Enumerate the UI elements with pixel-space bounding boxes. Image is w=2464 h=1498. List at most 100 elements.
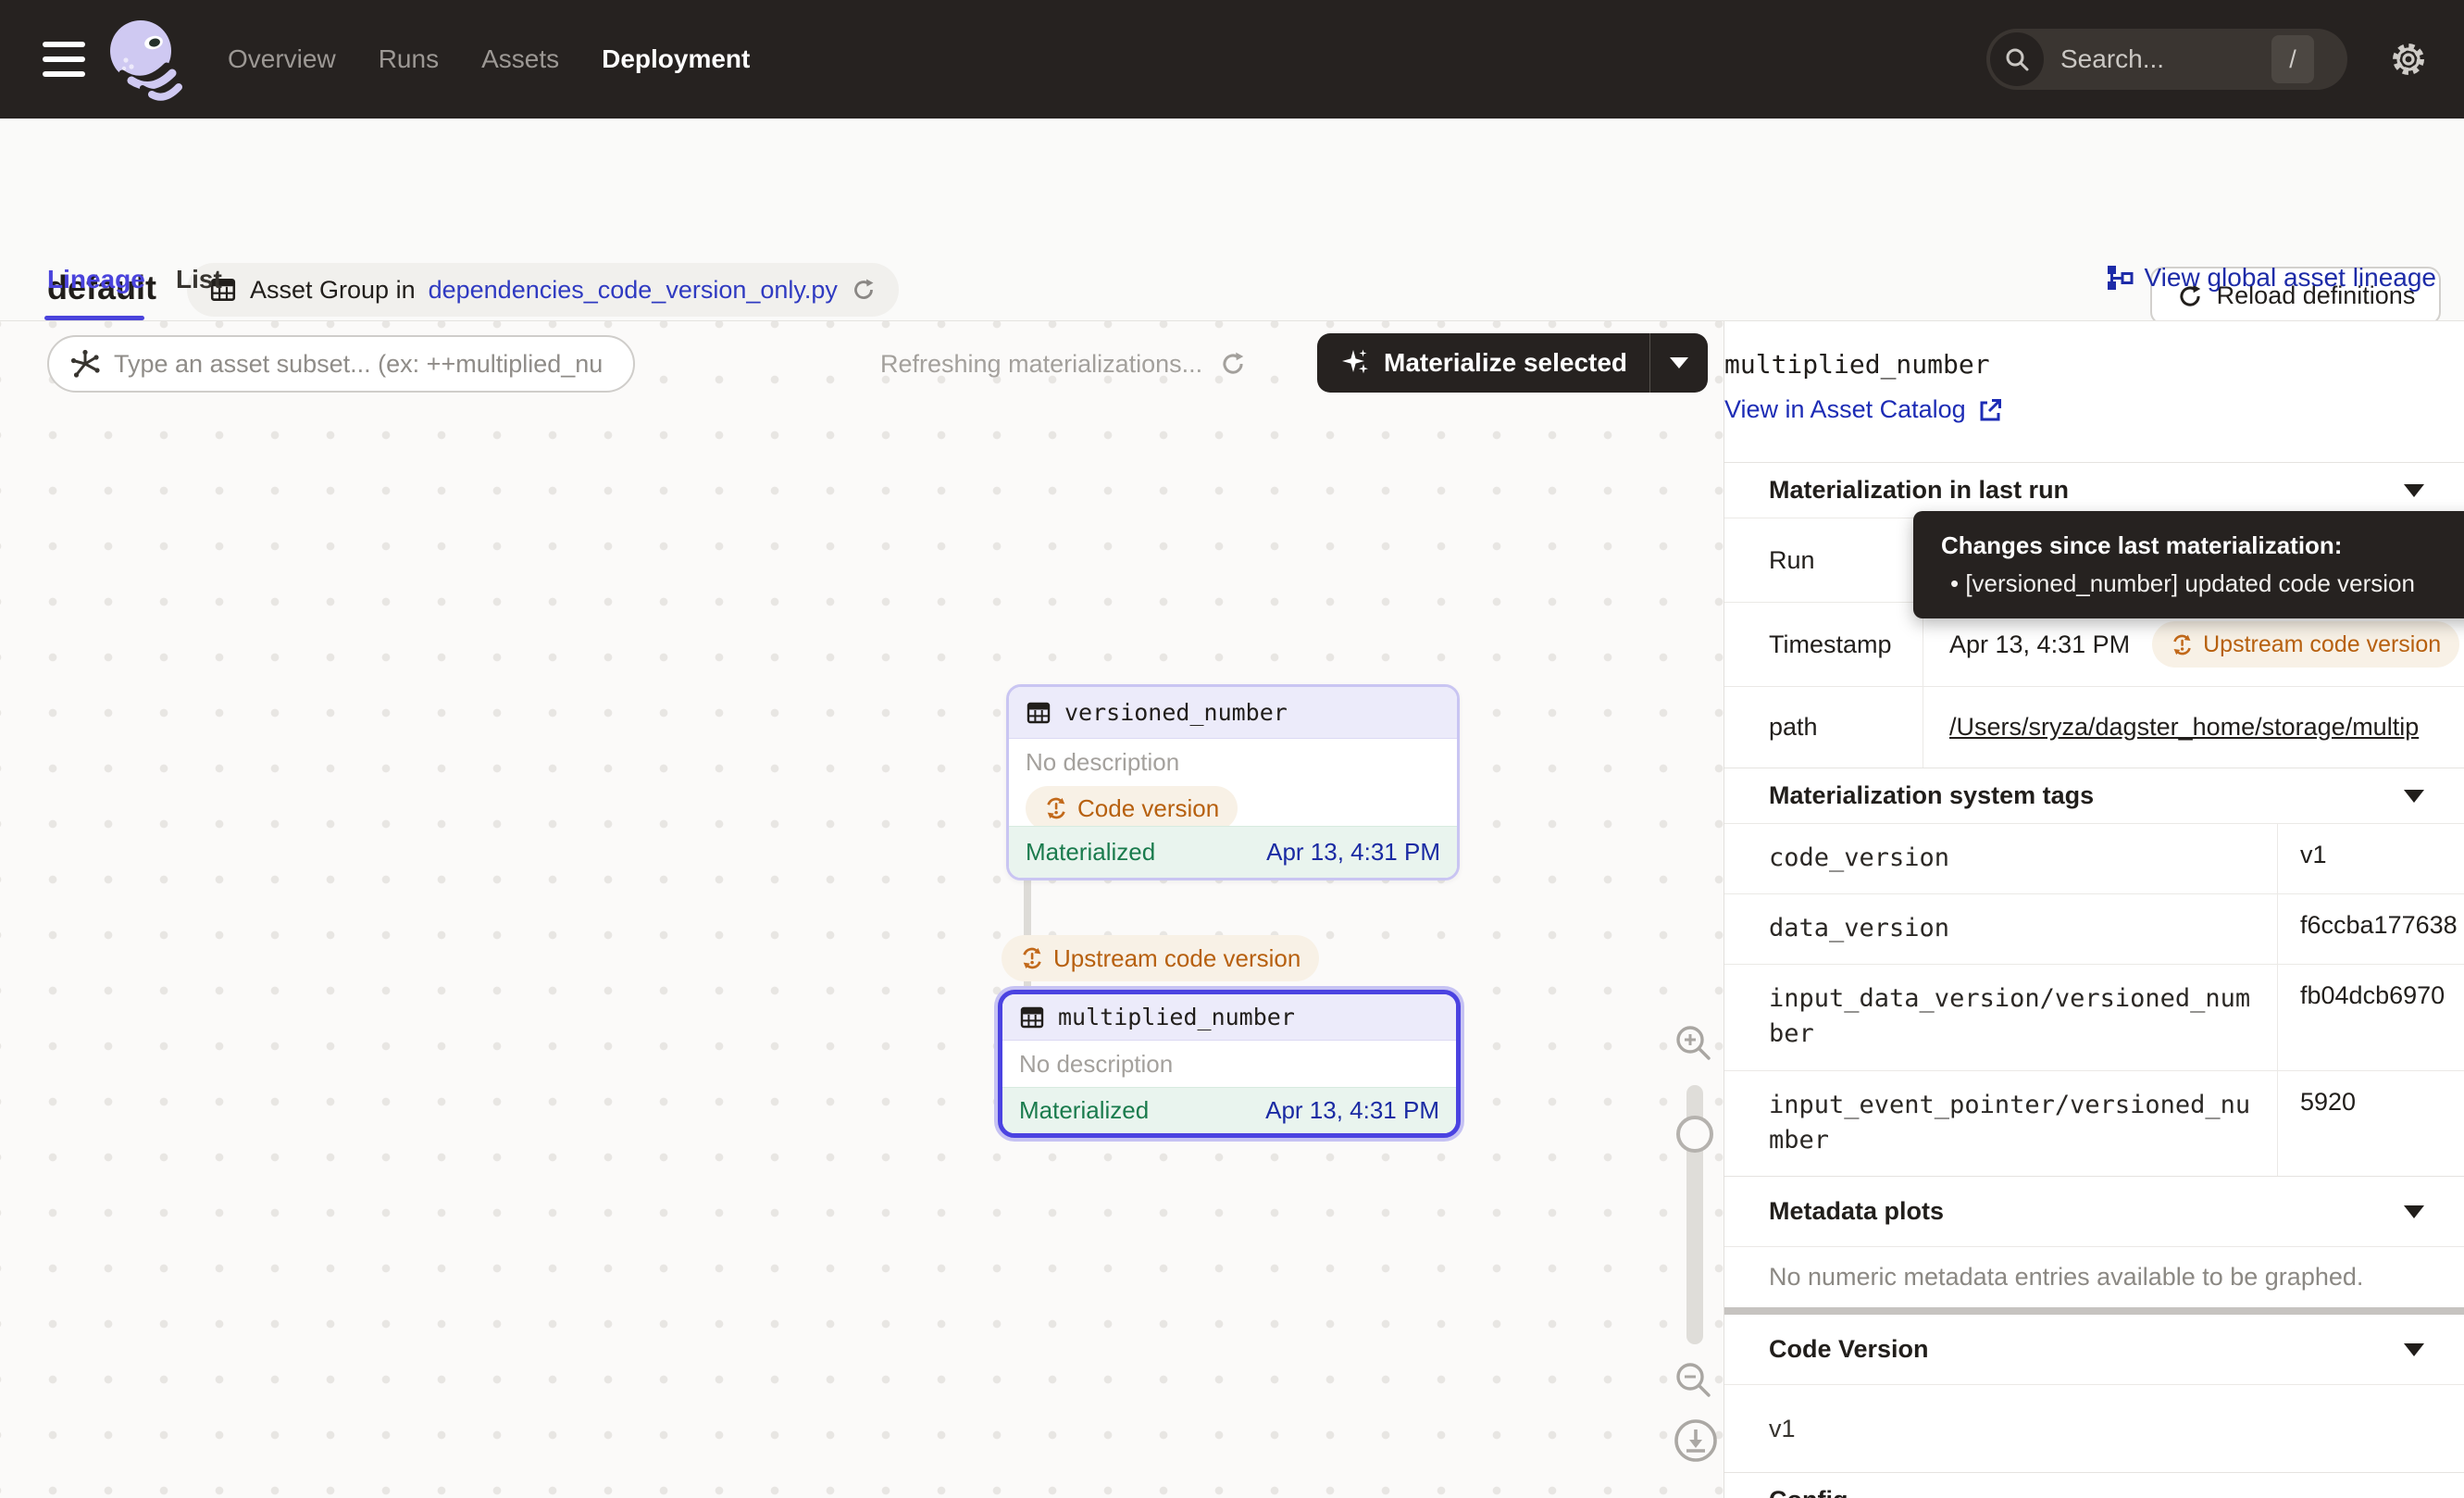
nav-item-runs[interactable]: Runs: [379, 44, 439, 74]
nav-item-assets[interactable]: Assets: [481, 44, 559, 74]
chevron-down-icon[interactable]: [2404, 1343, 2424, 1356]
search-icon: [1990, 32, 2044, 86]
asset-node-name: versioned_number: [1064, 699, 1288, 726]
asset-node-body: No description: [1002, 1041, 1456, 1079]
nav-links: Overview Runs Assets Deployment: [228, 44, 750, 74]
section-heading: Materialization system tags: [1769, 781, 2094, 810]
section-heading: Code Version: [1769, 1335, 1929, 1364]
section-materialization-last-run[interactable]: Materialization in last run: [1724, 462, 2464, 518]
path-row: path /Users/sryza/dagster_home/storage/m…: [1724, 686, 2464, 768]
tab-lineage[interactable]: Lineage: [47, 265, 145, 294]
tag-value: 5920: [2278, 1071, 2464, 1176]
metadata-plots-empty: No numeric metadata entries available to…: [1724, 1246, 2464, 1307]
materialize-selected-button[interactable]: Materialize selected: [1317, 333, 1708, 393]
zoom-in-icon[interactable]: [1672, 1021, 1716, 1066]
tag-value: f6ccba177638: [2278, 894, 2464, 964]
view-global-lineage-link[interactable]: View global asset lineage: [2106, 263, 2436, 293]
asset-node-description: No description: [1026, 748, 1440, 777]
path-label: path: [1724, 687, 1923, 768]
view-tabs: Lineage List View global asset lineage: [0, 241, 2464, 321]
asset-node-versioned-number[interactable]: versioned_number No description Code ver…: [1006, 684, 1460, 880]
section-heading: Metadata plots: [1769, 1197, 1944, 1226]
page-header: default Asset Group in dependencies_code…: [0, 119, 2464, 241]
asset-node-body: No description Code version: [1009, 739, 1457, 830]
refresh-icon[interactable]: [1219, 350, 1247, 378]
tag-value: v1: [2278, 824, 2464, 893]
path-value-link[interactable]: /Users/sryza/dagster_home/storage/multip: [1949, 713, 2419, 742]
tag-row: input_data_version/versioned_number fb04…: [1724, 964, 2464, 1070]
menu-icon[interactable]: [43, 42, 85, 77]
tag-key: code_version: [1724, 824, 2278, 893]
chevron-down-icon[interactable]: [2404, 484, 2424, 497]
materialize-selected-main[interactable]: Materialize selected: [1317, 333, 1649, 393]
chevron-down-icon[interactable]: [2404, 1205, 2424, 1218]
code-version-chip-label: Code version: [1077, 794, 1219, 823]
dagster-logo-icon[interactable]: [106, 16, 187, 103]
asset-subset-input[interactable]: [114, 350, 628, 379]
tag-row: data_version f6ccba177638: [1724, 893, 2464, 964]
timestamp-label: Timestamp: [1724, 603, 1923, 686]
chevron-down-icon: [1670, 357, 1688, 368]
refresh-status-label: Refreshing materializations...: [880, 350, 1202, 379]
lineage-graph-icon: [2106, 264, 2134, 292]
external-link-icon: [1977, 397, 2003, 423]
dagster-app: Overview Runs Assets Deployment / defaul…: [0, 0, 2464, 1498]
materialized-status: Materialized: [1019, 1096, 1149, 1125]
code-version-value: v1: [1724, 1384, 2464, 1472]
changed-code-version-icon: [2171, 633, 2194, 656]
nav-item-overview[interactable]: Overview: [228, 44, 336, 74]
changed-code-version-icon: [1020, 946, 1044, 970]
search-input[interactable]: [2060, 44, 2271, 74]
upstream-code-version-chip: Upstream code version: [1002, 935, 1319, 981]
view-in-asset-catalog-link[interactable]: View in Asset Catalog: [1724, 395, 2464, 424]
tag-value: fb04dcb6970: [2278, 965, 2464, 1070]
zoom-out-icon[interactable]: [1672, 1358, 1716, 1403]
materialize-dropdown-toggle[interactable]: [1650, 333, 1708, 393]
tooltip-title: Changes since last materialization:: [1941, 531, 2464, 560]
lineage-graph-canvas[interactable]: Refreshing materializations... Materiali…: [0, 321, 1724, 1498]
changes-tooltip: Changes since last materialization: [ver…: [1913, 511, 2464, 618]
asset-node-header: versioned_number: [1009, 687, 1457, 739]
asset-node-header: multiplied_number: [1002, 994, 1456, 1041]
materialized-timestamp[interactable]: Apr 13, 4:31 PM: [1265, 1096, 1439, 1125]
tag-key: input_event_pointer/versioned_number: [1724, 1071, 2278, 1176]
section-system-tags[interactable]: Materialization system tags: [1724, 768, 2464, 823]
timestamp-value: Apr 13, 4:31 PM: [1949, 630, 2130, 659]
panel-asset-name: multiplied_number: [1724, 349, 2464, 380]
refresh-status: Refreshing materializations...: [880, 342, 1247, 386]
changed-code-version-icon: [1044, 796, 1068, 820]
chevron-down-icon[interactable]: [2404, 790, 2424, 803]
tooltip-item: [versioned_number] updated code version: [1941, 569, 2464, 598]
op-selector-icon: [69, 348, 101, 380]
asset-details-panel: multiplied_number View in Asset Catalog …: [1724, 321, 2464, 1498]
materialized-timestamp[interactable]: Apr 13, 4:31 PM: [1266, 838, 1440, 867]
upstream-code-version-label: Upstream code version: [2203, 631, 2441, 658]
asset-node-description: No description: [1019, 1050, 1439, 1079]
search-shortcut-badge: /: [2271, 35, 2314, 83]
download-view-icon[interactable]: [1673, 1417, 1719, 1464]
code-version-chip: Code version: [1026, 786, 1238, 830]
section-heading: Materialization in last run: [1769, 476, 2069, 505]
settings-gear-icon[interactable]: [2388, 39, 2429, 84]
tag-row: code_version v1: [1724, 823, 2464, 893]
asset-node-footer: Materialized Apr 13, 4:31 PM: [1009, 826, 1457, 878]
asset-node-multiplied-number[interactable]: multiplied_number No description Materia…: [998, 990, 1461, 1138]
section-divider: [1724, 1307, 2464, 1315]
top-nav: Overview Runs Assets Deployment /: [0, 0, 2464, 119]
section-config[interactable]: Config: [1724, 1472, 2464, 1498]
tab-list[interactable]: List: [176, 265, 222, 294]
sparkle-icon: [1339, 347, 1371, 379]
table-icon: [1019, 1005, 1045, 1030]
asset-node-name: multiplied_number: [1058, 1004, 1295, 1030]
table-icon: [1026, 700, 1052, 726]
tag-key: input_data_version/versioned_number: [1724, 965, 2278, 1070]
asset-node-footer: Materialized Apr 13, 4:31 PM: [1002, 1087, 1456, 1133]
asset-subset-filter[interactable]: [47, 335, 635, 393]
global-search[interactable]: /: [1986, 29, 2347, 90]
section-code-version[interactable]: Code Version: [1724, 1315, 2464, 1384]
nav-item-deployment[interactable]: Deployment: [602, 44, 750, 74]
view-in-asset-catalog-label: View in Asset Catalog: [1724, 395, 1966, 424]
run-label: Run: [1724, 518, 1923, 602]
section-metadata-plots[interactable]: Metadata plots: [1724, 1176, 2464, 1246]
zoom-slider-handle[interactable]: [1676, 1116, 1713, 1153]
